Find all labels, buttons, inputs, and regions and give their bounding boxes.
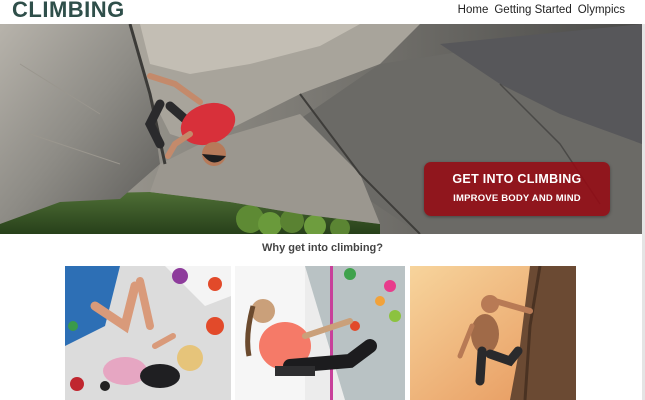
- nav-link-olympics[interactable]: Olympics: [578, 4, 625, 16]
- nav-link-home[interactable]: Home: [458, 4, 489, 16]
- gallery-photo-indoor-bouldering[interactable]: [65, 266, 231, 400]
- section-heading: Why get into climbing?: [262, 242, 383, 254]
- gallery-photo-outdoor-climber[interactable]: [410, 266, 576, 400]
- nav-link-getting-started[interactable]: Getting Started: [494, 4, 571, 16]
- main-nav: Home Getting Started Olympics: [458, 4, 625, 16]
- cta-subtitle: IMPROVE BODY AND MIND: [453, 193, 581, 204]
- gallery-photo-indoor-wall[interactable]: [235, 266, 405, 400]
- site-header: CLIMBING Home Getting Started Olympics: [0, 0, 645, 24]
- get-into-climbing-button[interactable]: GET INTO CLIMBING IMPROVE BODY AND MIND: [424, 162, 610, 216]
- photo-gallery: [65, 266, 576, 400]
- site-logo[interactable]: CLIMBING: [12, 0, 125, 23]
- cta-title: GET INTO CLIMBING: [452, 172, 582, 186]
- hero-banner: GET INTO CLIMBING IMPROVE BODY AND MIND: [0, 24, 642, 234]
